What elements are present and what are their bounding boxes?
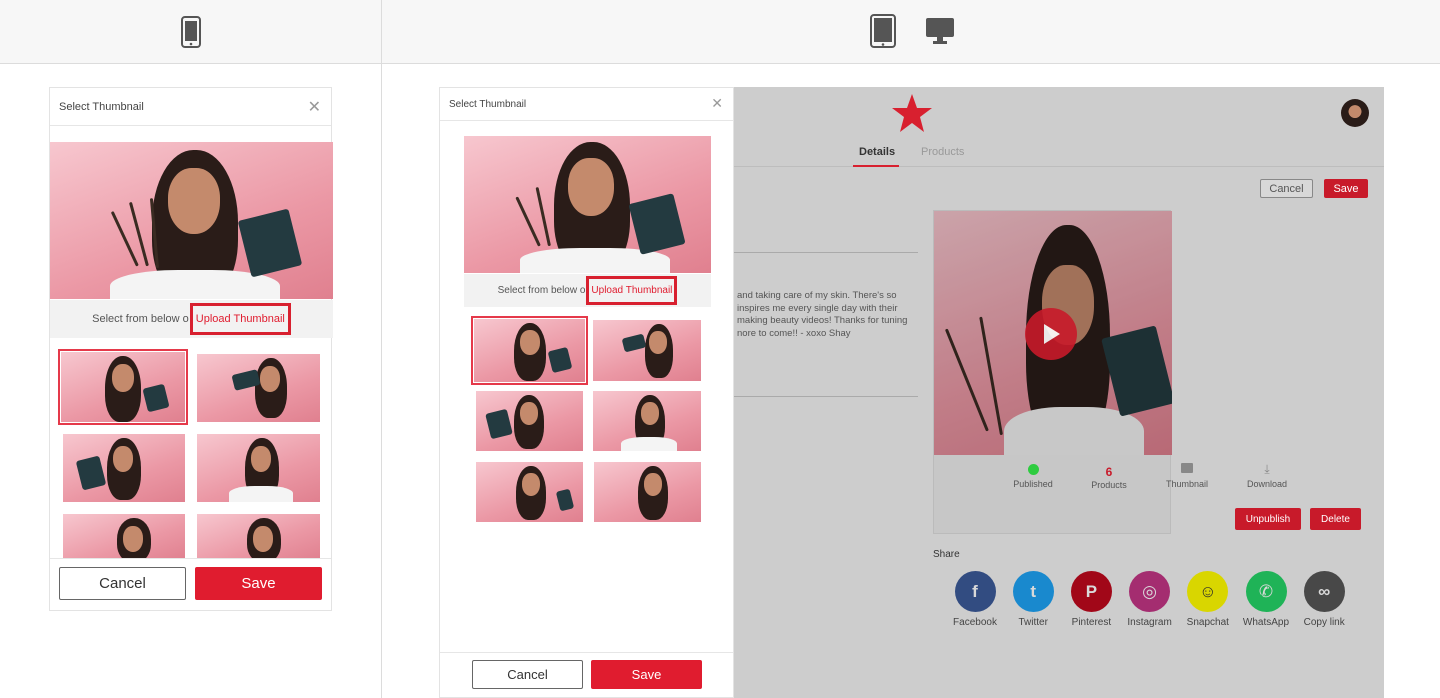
tab-products[interactable]: Products (921, 146, 964, 158)
download-icon: ⤓ (1264, 462, 1270, 476)
thumbnail-option[interactable] (593, 391, 701, 451)
device-preview-bar (0, 0, 1440, 64)
share-snapchat-button[interactable]: ☺ Snapchat (1178, 571, 1238, 628)
share-twitter-button[interactable]: t Twitter (1003, 571, 1063, 628)
divider (733, 252, 918, 253)
share-label: Copy link (1303, 617, 1345, 628)
thumbnail-option[interactable] (594, 462, 701, 522)
share-label: Snapchat (1186, 617, 1229, 628)
dialog-footer: Cancel Save (50, 558, 331, 610)
snapchat-icon: ☺ (1187, 571, 1229, 612)
upload-thumbnail-link[interactable]: Upload Thumbnail (586, 276, 678, 305)
desktop-select-thumbnail-dialog: Select Thumbnail ✕ Select from below o U… (439, 87, 734, 698)
unpublish-button[interactable]: Unpublish (1235, 508, 1301, 530)
close-icon[interactable]: ✕ (308, 97, 321, 117)
share-facebook-button[interactable]: f Facebook (945, 571, 1005, 628)
thumbnail-caption: Select from below o Upload Thumbnail (464, 274, 711, 307)
dialog-footer: Cancel Save (440, 652, 733, 697)
share-label: Pinterest (1071, 617, 1112, 628)
dialog-header: Select Thumbnail ✕ (50, 88, 331, 126)
dialog-header: Select Thumbnail ✕ (440, 88, 733, 121)
thumbnail-option[interactable] (593, 320, 701, 381)
share-instagram-button[interactable]: ◎ Instagram (1120, 571, 1180, 628)
brand-logo (891, 93, 933, 138)
thumbnail-option[interactable] (58, 349, 188, 425)
share-label: Instagram (1127, 617, 1172, 628)
delete-button[interactable]: Delete (1310, 508, 1361, 530)
desktop-monitor-icon[interactable] (925, 17, 955, 50)
pinterest-icon: P (1070, 571, 1112, 612)
share-whatsapp-button[interactable]: ✆ WhatsApp (1236, 571, 1296, 628)
image-icon (1181, 463, 1193, 473)
status-dot-icon (1027, 464, 1039, 475)
thumbnail-option[interactable] (476, 391, 583, 451)
copy-link-icon: ∞ (1303, 571, 1345, 612)
thumbnail-option[interactable] (63, 514, 185, 560)
thumbnail-option[interactable] (197, 354, 320, 422)
caption-text: Select from below o (92, 313, 189, 325)
active-tab-indicator (853, 165, 899, 167)
thumbnail-caption: Select from below o Upload Thumbnail (50, 300, 333, 338)
caption-text: Select from below o (497, 285, 586, 296)
thumbnail-option[interactable] (471, 316, 588, 385)
video-description: and taking care of my skin. There's so i… (737, 290, 908, 339)
thumbnail-stat[interactable]: Thumbnail (1152, 463, 1222, 489)
facebook-icon: f (954, 571, 996, 612)
tabs-bar (733, 166, 1384, 167)
cancel-button[interactable]: Cancel (59, 567, 186, 600)
instagram-icon: ◎ (1129, 571, 1171, 612)
dialog-title: Select Thumbnail (59, 100, 144, 113)
thumbnail-preview (50, 142, 333, 299)
cancel-button[interactable]: Cancel (472, 660, 583, 689)
whatsapp-icon: ✆ (1245, 571, 1287, 612)
share-pinterest-button[interactable]: P Pinterest (1061, 571, 1121, 628)
mobile-select-thumbnail-dialog: Select Thumbnail ✕ Select from below o U… (49, 87, 333, 611)
play-icon[interactable] (1025, 308, 1077, 360)
tab-details[interactable]: Details (859, 146, 895, 158)
share-copy-link-button[interactable]: ∞ Copy link (1294, 571, 1354, 628)
tablet-icon[interactable] (870, 14, 896, 53)
video-card: Published 6 Products Thumbnail ⤓ Downloa… (933, 210, 1287, 534)
thumbnail-option[interactable] (476, 462, 583, 522)
dialog-title: Select Thumbnail (449, 98, 527, 110)
close-icon[interactable]: ✕ (711, 95, 723, 112)
share-label: WhatsApp (1242, 617, 1290, 628)
preview-divider (381, 0, 382, 698)
mobile-phone-icon[interactable] (181, 16, 201, 53)
divider (733, 396, 918, 397)
share-title: Share (933, 549, 960, 560)
twitter-icon: t (1012, 571, 1054, 612)
share-label: Facebook (953, 617, 997, 628)
thumbnail-option[interactable] (197, 514, 320, 560)
video-details-page: Details Products Cancel Save and taking … (733, 87, 1384, 698)
thumbnail-option[interactable] (63, 434, 185, 502)
avatar[interactable] (1341, 99, 1369, 127)
share-label: Twitter (1018, 617, 1048, 628)
save-button[interactable]: Save (591, 660, 702, 689)
published-stat: Published (998, 464, 1068, 489)
download-stat[interactable]: ⤓ Download (1232, 463, 1302, 489)
save-button[interactable]: Save (1324, 179, 1368, 198)
thumbnail-option[interactable] (197, 434, 320, 502)
products-count: 6 (1105, 465, 1113, 479)
cancel-button[interactable]: Cancel (1260, 179, 1313, 198)
upload-thumbnail-link[interactable]: Upload Thumbnail (189, 303, 291, 335)
thumbnail-preview (464, 136, 711, 273)
products-stat: 6 Products (1074, 465, 1144, 490)
save-button[interactable]: Save (195, 567, 322, 600)
